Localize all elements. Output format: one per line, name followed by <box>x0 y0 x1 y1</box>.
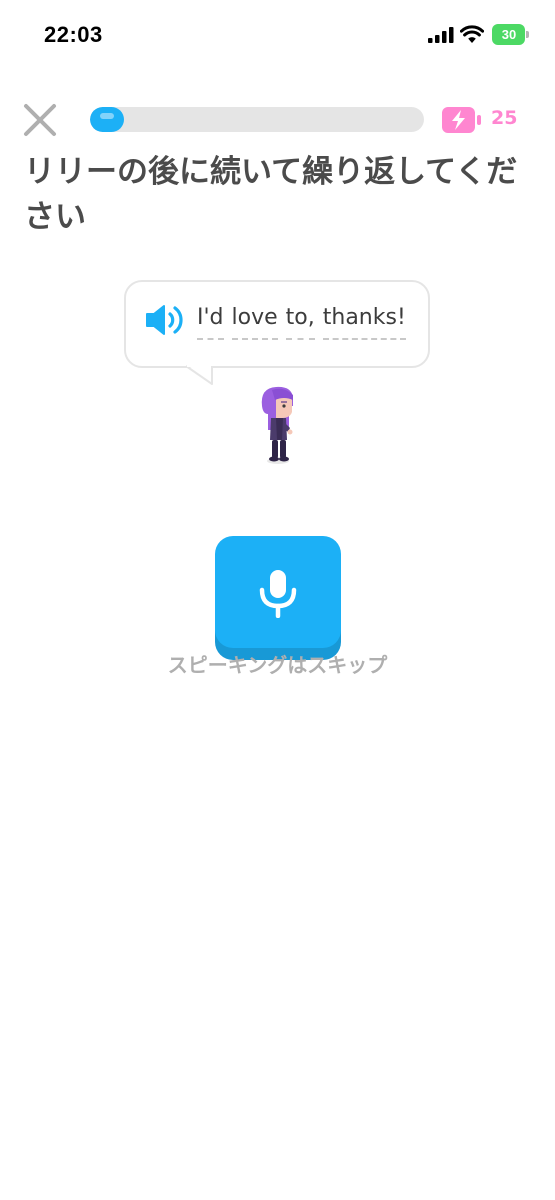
battery-cap <box>526 31 529 38</box>
microphone-icon <box>259 570 297 618</box>
lesson-progress-bar <box>90 107 424 132</box>
energy-count: 25 <box>491 107 518 129</box>
signal-icon <box>428 27 454 43</box>
battery-bolt-icon <box>442 107 481 133</box>
status-bar: 22:03 30 <box>0 0 555 70</box>
wifi-icon <box>460 25 484 43</box>
battery-icon: 30 <box>492 24 530 46</box>
skip-speaking-button[interactable]: スピーキングはスキップ <box>0 649 555 678</box>
battery-level: 30 <box>501 27 517 42</box>
lesson-progress-fill <box>90 107 124 132</box>
prompt-phrase: I'd love to, thanks! <box>197 304 406 340</box>
close-icon[interactable] <box>22 102 58 138</box>
prompt-word[interactable]: to, <box>285 304 315 340</box>
prompt-word[interactable]: thanks! <box>322 304 406 340</box>
speaker-icon[interactable] <box>145 303 185 337</box>
speech-bubble-tail <box>185 364 213 385</box>
instruction-title: リリーの後に続いて繰り返してください <box>24 154 518 235</box>
status-time: 22:03 <box>44 22 103 47</box>
record-button[interactable] <box>215 536 341 648</box>
lily-character <box>261 386 293 464</box>
prompt-word[interactable]: I'd <box>197 304 224 340</box>
prompt-word[interactable]: love <box>231 304 278 340</box>
progress-shine <box>100 113 114 119</box>
